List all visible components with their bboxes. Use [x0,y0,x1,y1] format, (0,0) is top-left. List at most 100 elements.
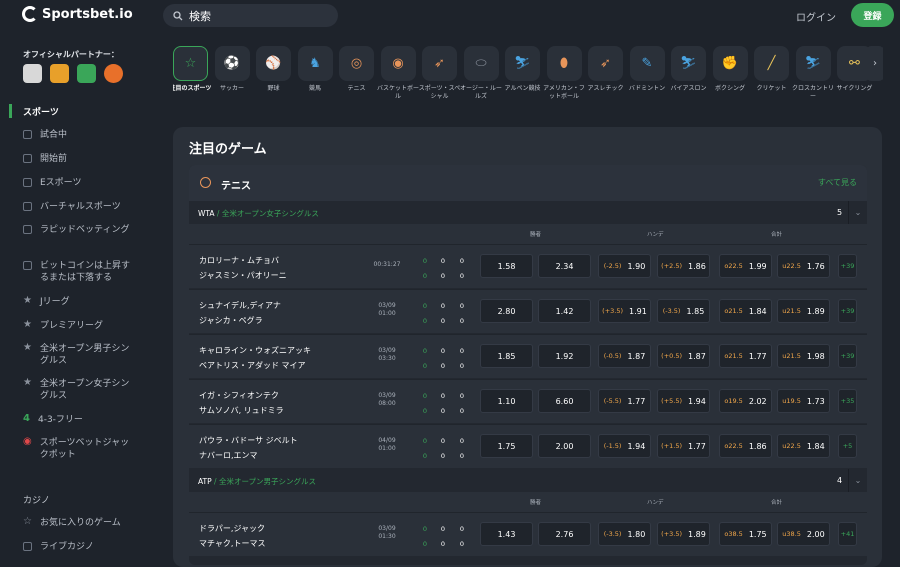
login-link[interactable]: ログイン [796,9,836,24]
sidebar-item-usopen-women[interactable]: ★ 全米オープン女子シングルス [23,378,135,402]
total-over-odds[interactable]: o19.5 2.02 [719,389,772,413]
see-all-link[interactable]: すべて見る [818,177,857,188]
partner-crest-icon[interactable] [77,64,96,83]
winner-home-odds[interactable]: 1.85 [480,344,533,368]
search-input[interactable]: 検索 [163,4,338,27]
winner-home-odds[interactable]: 1.43 [480,522,533,546]
handicap-away-odds[interactable]: (+1.5) 1.77 [657,434,710,458]
match-teams[interactable]: カロリーナ・ムチョバ ジャスミン・パオリーニ [199,253,287,283]
score-away: 0 [459,407,465,415]
category-item[interactable]: ☆ 注目のスポーツ [173,46,211,112]
winner-home-odds[interactable]: 1.58 [480,254,533,278]
total-over-odds[interactable]: o21.5 1.77 [719,344,772,368]
total-under-odds[interactable]: u38.5 2.00 [777,522,830,546]
total-under-odds[interactable]: u22.5 1.84 [777,434,830,458]
category-item[interactable]: ⬮ アメリカン・フットボール [543,46,585,112]
category-item[interactable]: ⛷ バイアスロン [670,46,707,112]
match-teams[interactable]: パウラ・バドーサ ジベルト ナバーロ,エンマ [199,433,298,463]
category-item[interactable]: ╱ クリケット [754,46,789,112]
category-item[interactable]: ➶ アスレチック [587,46,624,112]
sidebar-item-rapid[interactable]: ラピッドベッティング [23,224,135,236]
sidebar-item-live[interactable]: 試合中 [23,129,135,141]
handicap-home-odds[interactable]: (-5.5) 1.77 [598,389,651,413]
handicap-home-odds[interactable]: (-0.5) 1.87 [598,344,651,368]
winner-away-odds[interactable]: 2.34 [538,254,591,278]
more-markets-button[interactable]: +35 [838,389,857,413]
more-markets-button[interactable]: +41 [838,522,857,546]
sidebar-item-premier[interactable]: ★ プレミアリーグ [23,320,135,332]
sidebar-item-label: 全米オープン女子シングルス [39,379,130,401]
category-item[interactable]: ⬭ オージー・ルールズ [460,46,502,112]
match-teams[interactable]: ドラパー,ジャック マチャク,トーマス [199,521,265,551]
total-over-odds[interactable]: o38.5 1.75 [719,522,772,546]
category-item[interactable]: ✎ バドミントン [629,46,665,112]
total-under-odds[interactable]: u21.5 1.98 [777,344,830,368]
brand-logo[interactable]: Sportsbet.io [22,6,133,22]
sports-section-title[interactable]: スポーツ [23,105,59,118]
sidebar-item-bitcoin[interactable]: ビットコインは上昇するまたは下落する [23,260,135,284]
winner-home-odds[interactable]: 1.75 [480,434,533,458]
winner-home-odds[interactable]: 2.80 [480,299,533,323]
more-markets-button[interactable]: +39 [838,344,857,368]
total-under-odds[interactable]: u21.5 1.89 [777,299,830,323]
chevron-down-icon[interactable]: ⌄ [848,469,867,492]
hull-crest-icon[interactable] [50,64,69,83]
category-item[interactable]: ♞ 競馬 [297,46,333,112]
handicap-away-odds[interactable]: (+2.5) 1.86 [657,254,710,278]
winner-away-odds[interactable]: 1.42 [538,299,591,323]
sidebar-item-live-casino[interactable]: ライブカジノ [23,541,135,553]
winner-away-odds[interactable]: 2.00 [538,434,591,458]
sidebar-item-esports[interactable]: Eスポーツ [23,177,135,189]
category-item[interactable]: ⚾ 野球 [256,46,291,112]
total-over-odds[interactable]: o22.5 1.99 [719,254,772,278]
sidebar-item-usopen-men[interactable]: ★ 全米オープン男子シングルス [23,343,135,367]
more-markets-button[interactable]: +5 [838,434,857,458]
sidebar-item-jackpot[interactable]: ◉ スポーツベットジャックポット [23,437,135,461]
sidebar-item-jleague[interactable]: ★ Jリーグ [23,296,135,308]
odds-line: o21.5 [724,307,743,315]
handicap-home-odds[interactable]: (-3.5) 1.80 [598,522,651,546]
handicap-home-odds[interactable]: (-1.5) 1.94 [598,434,651,458]
register-button[interactable]: 登録 [851,3,894,27]
total-under-odds[interactable]: u19.5 1.73 [777,389,830,413]
total-over-odds[interactable]: o21.5 1.84 [719,299,772,323]
total-under-odds[interactable]: u22.5 1.76 [777,254,830,278]
sidebar-item-upcoming[interactable]: 開始前 [23,153,135,165]
league-header[interactable]: WTA / 全米オープン女子シングルス 5 ⌄ [189,201,867,224]
winner-away-odds[interactable]: 1.92 [538,344,591,368]
winner-home-odds[interactable]: 1.10 [480,389,533,413]
sidebar-item-virtual[interactable]: バーチャルスポーツ [23,201,135,213]
chevron-down-icon[interactable]: ⌄ [848,201,867,224]
sidebar-item-431[interactable]: 4 4-3-フリー [23,414,135,426]
handicap-home-odds[interactable]: (+3.5) 1.91 [598,299,651,323]
category-item[interactable]: ◎ テニス [339,46,374,112]
league-header[interactable]: ATP / 全米オープン男子シングルス 4 ⌄ [189,469,867,492]
winner-away-odds[interactable]: 2.76 [538,522,591,546]
score-away: 0 [440,540,446,548]
category-item[interactable]: ◉ バスケットボール [377,46,419,112]
category-item[interactable]: ⚽ サッカー [214,46,250,112]
category-item[interactable]: ⛷ アルペン競技 [505,46,540,112]
basketball-crest-icon[interactable] [104,64,123,83]
newcastle-crest-icon[interactable] [23,64,42,83]
sidebar-item-favorites[interactable]: ☆ お気に入りのゲーム [23,517,135,529]
total-over-odds[interactable]: o22.5 1.86 [719,434,772,458]
category-item[interactable]: ➶ スポーツ・スペシャル [419,46,460,112]
handicap-home-odds[interactable]: (-2.5) 1.90 [598,254,651,278]
handicap-away-odds[interactable]: (+0.5) 1.87 [657,344,710,368]
category-item[interactable]: ⛷ クロスカントリー [792,46,834,112]
match-teams[interactable]: シュナイデル,ディアナ ジャシカ・ペグラ [199,298,281,328]
more-markets-button[interactable]: +39 [838,254,857,278]
category-item[interactable]: ✊ ボクシング [712,46,748,112]
handicap-away-odds[interactable]: (+3.5) 1.89 [657,522,710,546]
score-away: 0 [440,407,446,415]
score-home: 0 [459,302,465,310]
handicap-away-odds[interactable]: (+5.5) 1.94 [657,389,710,413]
match-teams[interactable]: キャロライン・ウォズニアッキ ベアトリス・アダッド マイア [199,343,311,373]
match-teams[interactable]: イガ・シフィオンテク サムソノバ, リュドミラ [199,388,284,418]
more-markets-button[interactable]: +39 [838,299,857,323]
casino-section-title[interactable]: カジノ [23,493,50,506]
winner-away-odds[interactable]: 6.60 [538,389,591,413]
chevron-right-icon[interactable]: › [867,46,883,81]
handicap-away-odds[interactable]: (-3.5) 1.85 [657,299,710,323]
